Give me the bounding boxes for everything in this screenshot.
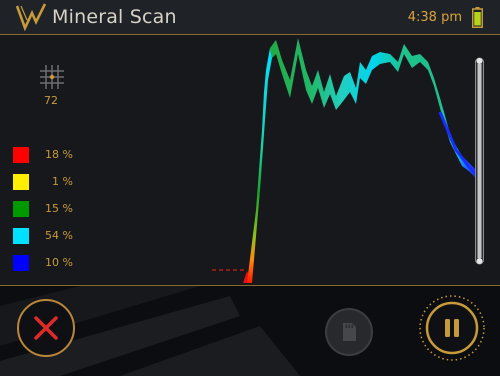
footer-bar — [0, 285, 500, 376]
clock-time: 4:38 pm — [407, 10, 462, 25]
pause-icon — [419, 295, 485, 361]
close-icon — [34, 316, 58, 340]
battery-icon — [472, 7, 483, 28]
save-to-sd-button[interactable] — [325, 308, 373, 356]
header-bar: Mineral Scan 4:38 pm — [0, 0, 500, 35]
v-wave-logo-icon — [16, 3, 46, 31]
vertical-scrollbar[interactable] — [474, 56, 485, 266]
signal-rise — [247, 48, 272, 283]
sd-card-icon — [343, 323, 356, 341]
cancel-button[interactable] — [17, 299, 75, 357]
signal-band — [270, 38, 476, 178]
page-title: Mineral Scan — [52, 6, 177, 28]
scan-signal-plot — [212, 38, 478, 283]
pause-button[interactable] — [418, 294, 486, 362]
